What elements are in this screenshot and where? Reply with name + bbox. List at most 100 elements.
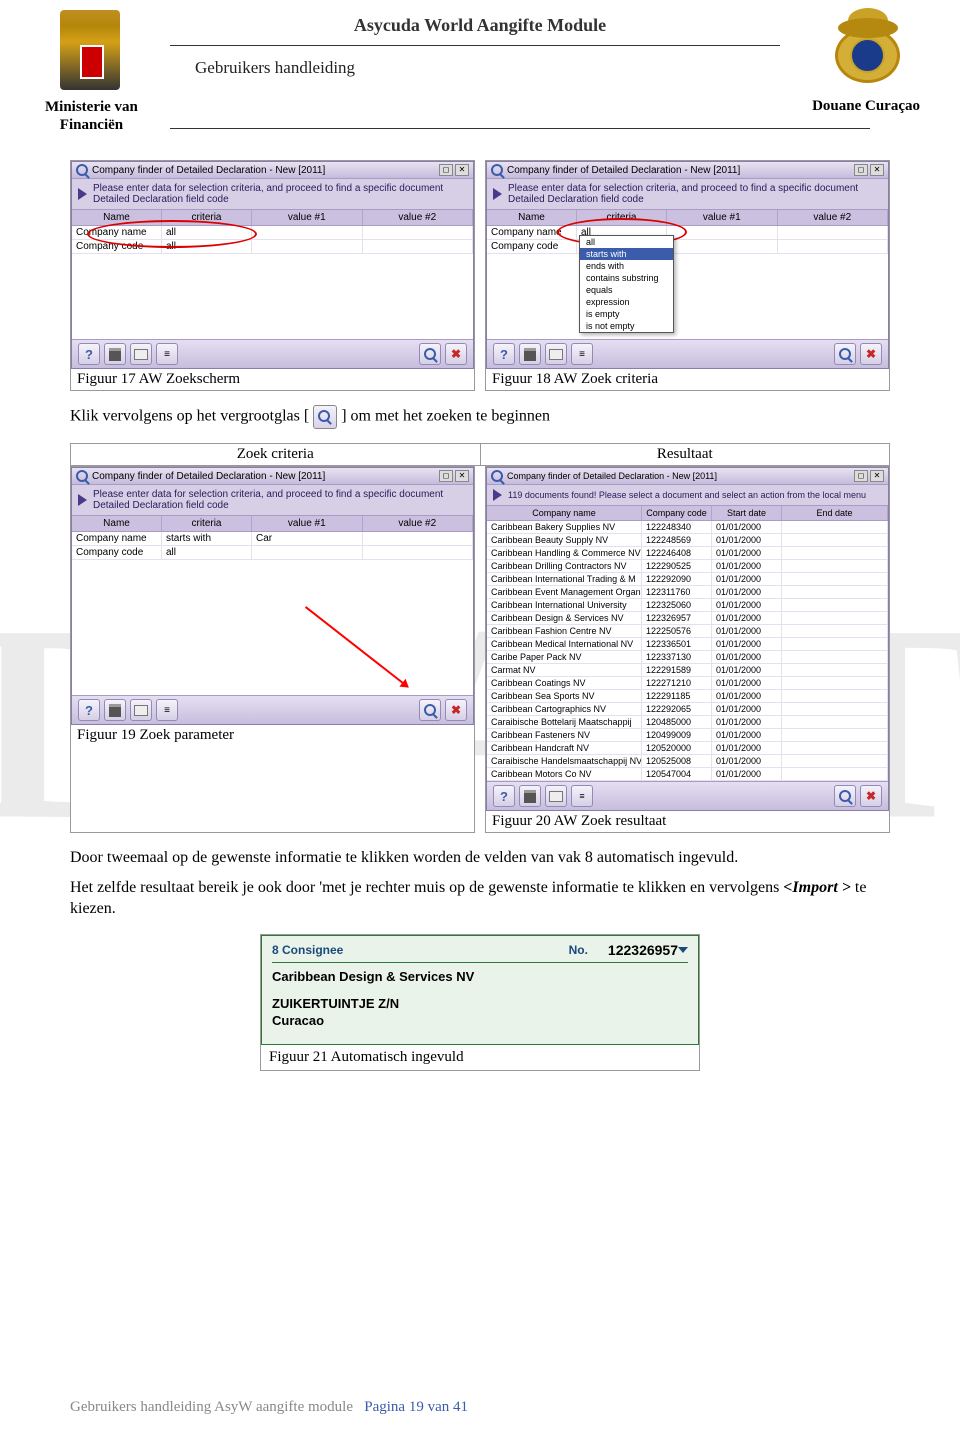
table-row[interactable]: Carmat NV12229158901/01/2000 [487, 664, 888, 677]
dropdown-option[interactable]: expression [580, 296, 673, 308]
figure-caption: Figuur 17 AW Zoekscherm [71, 369, 474, 390]
table-row[interactable]: Company nameall [72, 226, 473, 240]
ministry-line1: Ministerie van [45, 99, 138, 115]
search-icon [491, 470, 503, 482]
print-button[interactable] [104, 343, 126, 365]
export-button[interactable]: ≡ [156, 699, 178, 721]
magnify-icon [424, 348, 436, 360]
ministry-crest-icon [60, 10, 120, 90]
figure-caption: Figuur 18 AW Zoek criteria [486, 369, 889, 390]
table-row[interactable]: Caribbean Motors Co NV12054700401/01/200… [487, 768, 888, 781]
consignee-code[interactable]: 122326957 [608, 942, 678, 958]
table-row[interactable]: Company codeall [72, 240, 473, 254]
magnify-icon [839, 348, 851, 360]
dropdown-option[interactable]: equals [580, 284, 673, 296]
instruction-text: Please enter data for selection criteria… [93, 489, 467, 511]
window-title: Company finder of Detailed Declaration -… [507, 471, 717, 481]
help-button[interactable]: ? [493, 785, 515, 807]
grid-header: Company name Company code Start date End… [487, 505, 888, 521]
export-button[interactable]: ≡ [156, 343, 178, 365]
export-button[interactable]: ≡ [571, 785, 593, 807]
ministry-line2: Financiën [60, 117, 123, 133]
table-row[interactable]: Caribbean Beauty Supply NV12224856901/01… [487, 534, 888, 547]
dropdown-icon[interactable] [678, 947, 688, 953]
export-button[interactable]: ≡ [571, 343, 593, 365]
consignee-name: Caribbean Design & Services NV [272, 969, 688, 984]
window-titlebar[interactable]: Company finder of Detailed Declaration -… [72, 162, 473, 179]
help-button[interactable]: ? [78, 343, 100, 365]
table-row[interactable]: Caribbean Event Management Organisa12231… [487, 586, 888, 599]
maximize-icon[interactable]: ◻ [854, 164, 868, 176]
dropdown-option[interactable]: contains substring [580, 272, 673, 284]
grid-header: Name criteria value #1 value #2 [72, 515, 473, 532]
close-button[interactable]: ✖ [445, 343, 467, 365]
table-row[interactable]: Caribbean Sea Sports NV12229118501/01/20… [487, 690, 888, 703]
dropdown-option[interactable]: starts with [580, 248, 673, 260]
consignee-no-label: No. [569, 943, 588, 957]
maximize-icon[interactable]: ◻ [854, 470, 868, 482]
close-icon[interactable]: ✕ [870, 164, 884, 176]
window-titlebar[interactable]: Company finder of Detailed Declaration -… [487, 162, 888, 179]
table-row[interactable]: Caraibische Bottelarij Maatschappij12048… [487, 716, 888, 729]
maximize-icon[interactable]: ◻ [439, 164, 453, 176]
table-row[interactable]: Caraibische Handelsmaatschappij NV120525… [487, 755, 888, 768]
close-button[interactable]: ✖ [860, 343, 882, 365]
mail-button[interactable] [130, 699, 152, 721]
table-row[interactable]: Caribbean Drilling Contractors NV1222905… [487, 560, 888, 573]
search-button[interactable] [834, 343, 856, 365]
consignee-field-label: 8 Consignee [272, 943, 569, 957]
arrow-right-icon [78, 494, 87, 506]
window-titlebar[interactable]: Company finder of Detailed Declaration -… [487, 468, 888, 485]
table-row[interactable]: Caribbean Fashion Centre NV12225057601/0… [487, 625, 888, 638]
maximize-icon[interactable]: ◻ [439, 470, 453, 482]
dropdown-option[interactable]: is empty [580, 308, 673, 320]
magnify-icon [318, 410, 330, 422]
search-button[interactable] [419, 699, 441, 721]
consignee-addr2: Curacao [272, 1013, 688, 1028]
instruction-text: 119 documents found! Please select a doc… [508, 490, 866, 500]
table-row[interactable]: Caribbean Cartographics NV12229206501/01… [487, 703, 888, 716]
table-row[interactable]: Caribbean Handcraft NV12052000001/01/200… [487, 742, 888, 755]
table-row[interactable]: Company namestarts withCar [72, 532, 473, 546]
table-row[interactable]: Caribbean Coatings NV12227121001/01/2000 [487, 677, 888, 690]
table-row[interactable]: Caribbean Handling & Commerce NV12224640… [487, 547, 888, 560]
mail-button[interactable] [545, 343, 567, 365]
dropdown-option[interactable]: is not empty [580, 320, 673, 332]
section-header-right: Resultaat [480, 444, 890, 466]
criteria-dropdown[interactable]: allstarts withends withcontains substrin… [579, 235, 674, 333]
douane-label: Douane Curaçao [812, 98, 920, 115]
table-row[interactable]: Company codeall [487, 240, 888, 254]
print-button[interactable] [104, 699, 126, 721]
window-titlebar[interactable]: Company finder of Detailed Declaration -… [72, 468, 473, 485]
table-row[interactable]: Caribe Paper Pack NV12233713001/01/2000 [487, 651, 888, 664]
dropdown-option[interactable]: ends with [580, 260, 673, 272]
table-row[interactable]: Caribbean Design & Services NV1223269570… [487, 612, 888, 625]
close-icon[interactable]: ✕ [455, 164, 469, 176]
print-button[interactable] [519, 343, 541, 365]
figure-17: Company finder of Detailed Declaration -… [70, 160, 475, 391]
table-row[interactable]: Caribbean International University122325… [487, 599, 888, 612]
table-row[interactable]: Caribbean Bakery Supplies NV12224834001/… [487, 521, 888, 534]
dropdown-option[interactable]: all [580, 236, 673, 248]
table-row[interactable]: Caribbean International Trading & M12229… [487, 573, 888, 586]
close-button[interactable]: ✖ [860, 785, 882, 807]
help-button[interactable]: ? [78, 699, 100, 721]
table-row[interactable]: Company codeall [72, 546, 473, 560]
mail-button[interactable] [545, 785, 567, 807]
search-button[interactable] [419, 343, 441, 365]
douane-crest-icon [830, 8, 905, 93]
table-row[interactable]: Caribbean Medical International NV122336… [487, 638, 888, 651]
mail-button[interactable] [130, 343, 152, 365]
ministry-label: Ministerie van Financiën [45, 98, 138, 134]
magnify-button-inline[interactable] [313, 405, 337, 429]
help-button[interactable]: ? [493, 343, 515, 365]
table-row[interactable]: Company nameall [487, 226, 888, 240]
window-title: Company finder of Detailed Declaration -… [92, 471, 325, 482]
grid-empty-area [72, 254, 473, 339]
search-button[interactable] [834, 785, 856, 807]
table-row[interactable]: Caribbean Fasteners NV12049900901/01/200… [487, 729, 888, 742]
print-button[interactable] [519, 785, 541, 807]
close-icon[interactable]: ✕ [870, 470, 884, 482]
close-button[interactable]: ✖ [445, 699, 467, 721]
close-icon[interactable]: ✕ [455, 470, 469, 482]
